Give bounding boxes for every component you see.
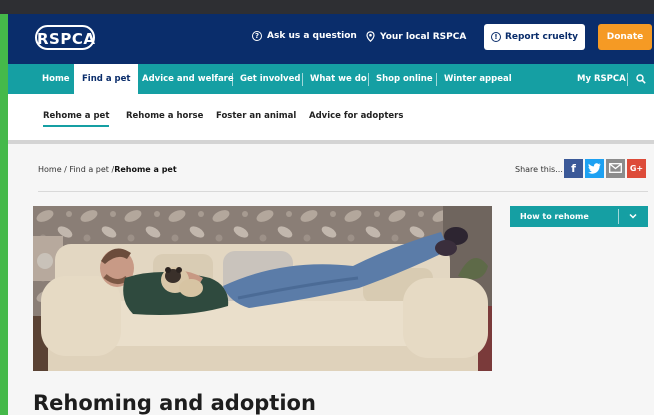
how-to-rehome-label: How to rehome [520,212,589,221]
dropdown-divider [618,209,619,224]
breadcrumb-home[interactable]: Home [38,165,62,174]
ask-question-label: Ask us a question [267,31,357,41]
share-label: Share this... [515,165,563,174]
rspca-logo[interactable]: RSPCA [35,25,95,50]
local-rspca-label: Your local RSPCA [380,31,467,42]
my-rspca-link[interactable]: My RSPCA [577,64,626,94]
rspca-site: RSPCA ? Ask us a question Your local RSP… [8,14,654,415]
hero-photo-man-with-pug-on-sofa [33,206,492,371]
left-green-bar [0,14,8,415]
subnav-item-advice-for-adopters[interactable]: Advice for adopters [309,111,403,121]
breadcrumb-divider [38,191,648,192]
nav-separator [232,73,233,86]
email-share-button[interactable] [606,159,625,178]
search-icon[interactable] [636,74,646,84]
question-icon: ? [252,31,262,41]
sub-nav: Rehome a pet Rehome a horse Foster an an… [8,94,654,144]
twitter-share-button[interactable] [585,159,604,178]
twitter-icon [588,163,601,174]
breadcrumb: Home / Find a pet /Rehome a pet [38,165,177,174]
google-plus-share-button[interactable]: G+ [627,159,646,178]
nav-separator [627,73,628,86]
nav-separator [368,73,369,86]
subnav-item-rehome-a-horse[interactable]: Rehome a horse [126,111,203,121]
nav-item-winter-appeal[interactable]: Winter appeal [444,64,512,94]
facebook-share-button[interactable]: f [564,159,583,178]
breadcrumb-find-a-pet[interactable]: Find a pet [69,165,109,174]
nav-separator [136,73,137,86]
browser-top-strip [0,0,654,14]
alert-icon: ! [490,32,501,42]
nav-item-shop-online[interactable]: Shop online [376,64,433,94]
how-to-rehome-dropdown[interactable]: How to rehome [510,206,648,227]
donate-button[interactable]: Donate [598,24,652,50]
subnav-item-rehome-a-pet[interactable]: Rehome a pet [43,111,110,127]
nav-item-advice[interactable]: Advice and welfare [142,64,234,94]
envelope-icon [609,163,622,173]
nav-item-what-we-do[interactable]: What we do [310,64,367,94]
nav-separator [302,73,303,86]
main-nav: Home Find a pet Advice and welfare Get i… [8,64,654,94]
location-pin-icon [366,31,375,42]
ask-question-link[interactable]: ? Ask us a question [252,31,357,41]
nav-separator [436,73,437,86]
report-cruelty-label: Report cruelty [504,32,579,42]
nav-item-get-involved[interactable]: Get involved [240,64,300,94]
screenshot-frame: RSPCA ? Ask us a question Your local RSP… [0,0,654,415]
local-rspca-link[interactable]: Your local RSPCA [366,31,466,42]
chevron-down-icon [629,213,637,219]
page-title: Rehoming and adoption [33,391,316,415]
nav-item-find-a-pet[interactable]: Find a pet [74,64,139,94]
nav-item-home[interactable]: Home [42,64,70,94]
subnav-item-foster[interactable]: Foster an animal [216,111,296,121]
breadcrumb-current: Rehome a pet [114,165,177,174]
site-header: RSPCA ? Ask us a question Your local RSP… [8,14,654,64]
report-cruelty-button[interactable]: ! Report cruelty [484,24,585,50]
